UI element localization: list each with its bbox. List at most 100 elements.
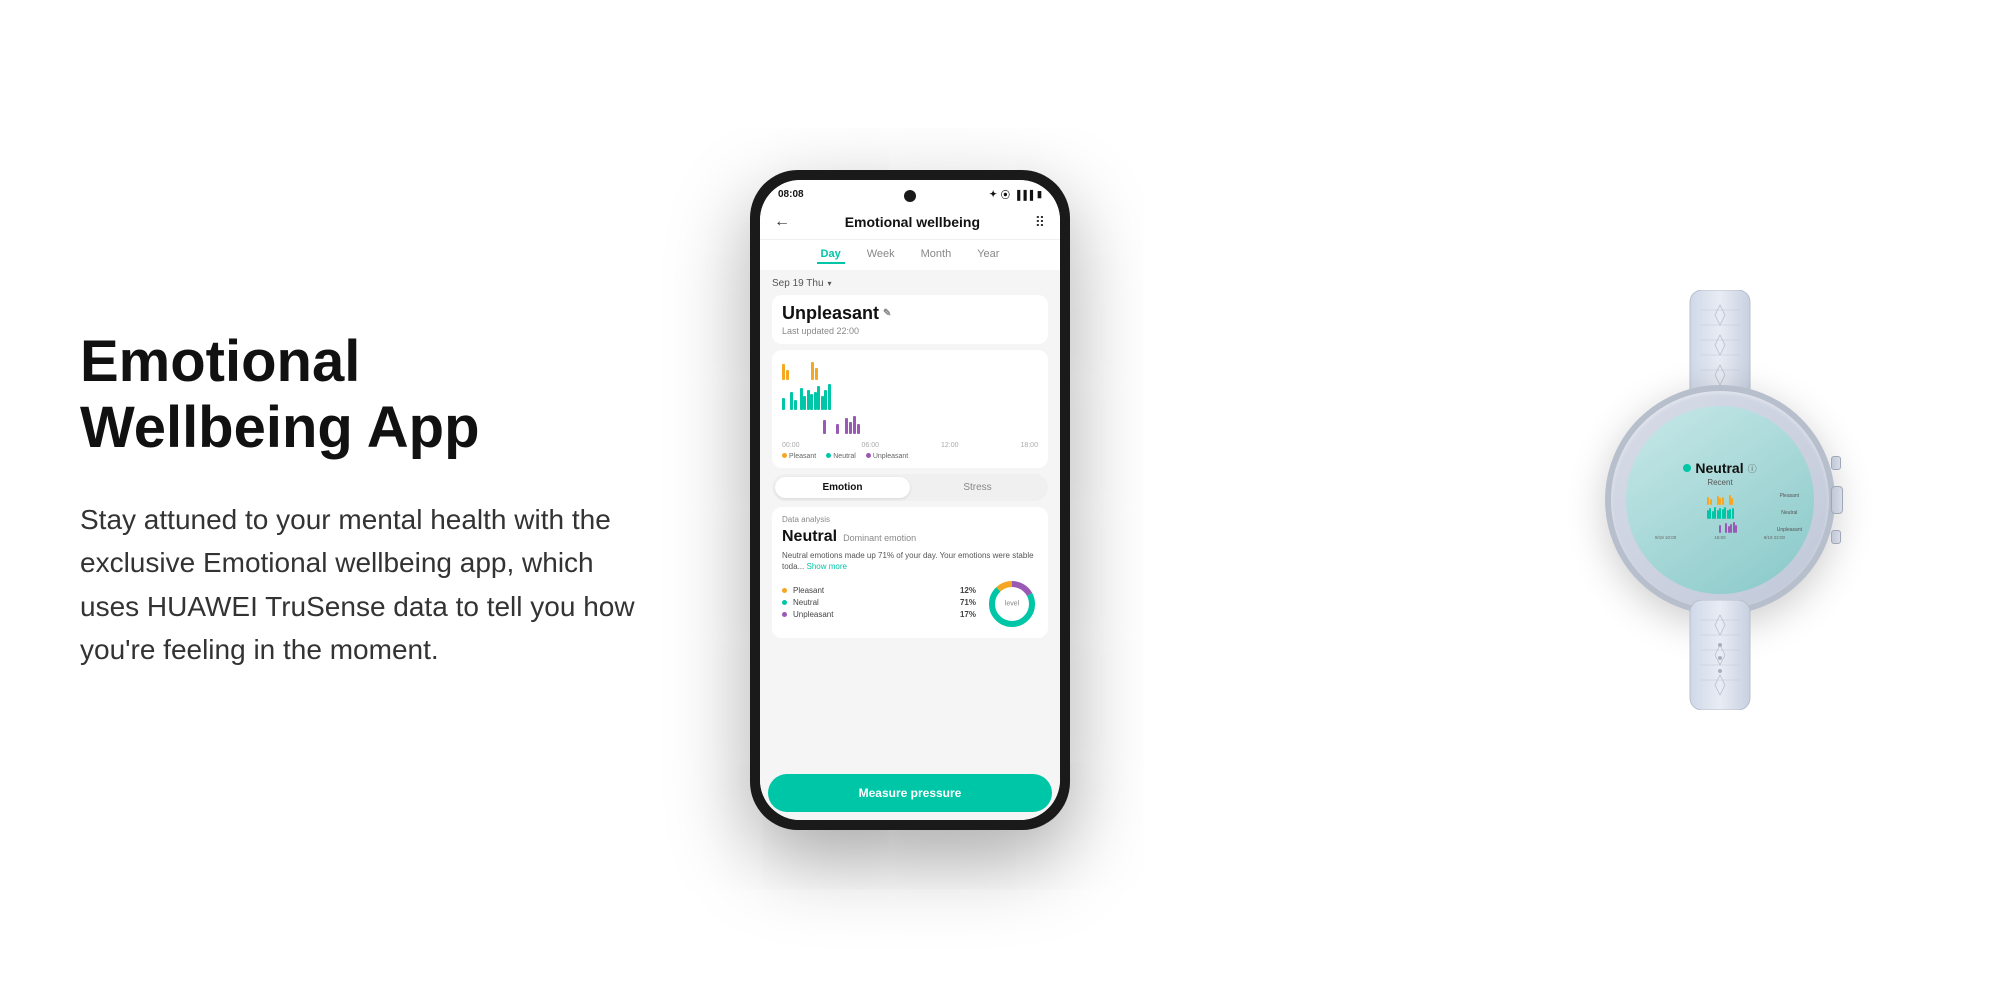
legend-dot-neutral [826, 453, 831, 458]
strap-top [1675, 290, 1765, 400]
toggle-emotion[interactable]: Emotion [775, 477, 910, 498]
bar [845, 418, 848, 434]
show-more-button[interactable]: Show more [806, 562, 846, 571]
phone-screen: 08:08 ✦ ⦿ ▐▐▐ ▮ ← Emotional wellbeing ⠿ [760, 180, 1060, 820]
watch-pleasant-row [1655, 493, 1785, 505]
watch-content: Neutral ⓘ Recent [1638, 460, 1802, 540]
date-label: Sep 19 Thu [772, 278, 824, 289]
watch-label-unpleasant: Unpleasant [1777, 527, 1802, 533]
battery-icon: ▮ [1037, 189, 1042, 200]
watch-emotion-labels: Pleasant Neutral Unpleasant [1777, 493, 1802, 533]
watch-bar [1735, 525, 1737, 533]
bar [828, 384, 831, 410]
donut-chart: level [986, 578, 1038, 630]
watch-neutral-row [1655, 507, 1785, 519]
signal-icon: ▐▐▐ [1014, 190, 1033, 200]
date-dropdown-icon[interactable]: ▾ [828, 279, 832, 288]
watch-bar [1729, 509, 1731, 519]
toggle-stress[interactable]: Stress [910, 477, 1045, 498]
analysis-description: Neutral emotions made up 71% of your day… [782, 550, 1038, 572]
watch-chart-bars [1655, 493, 1785, 533]
breakdown-dot-unpleasant [782, 612, 787, 617]
watch-bar [1724, 507, 1726, 519]
left-section: Emotional Wellbeing App Stay attuned to … [80, 329, 700, 672]
bar [790, 392, 793, 410]
watch-label-pleasant: Pleasant [1777, 493, 1802, 499]
tab-month[interactable]: Month [917, 246, 956, 264]
bar [782, 398, 785, 410]
emotion-last-updated: Last updated 22:00 [782, 326, 1038, 336]
emotion-title-row: Unpleasant ✎ [782, 303, 1038, 324]
date-row: Sep 19 Thu ▾ [772, 278, 1048, 289]
bar [857, 424, 860, 434]
bar [782, 364, 785, 380]
bluetooth-icon: ✦ [989, 189, 997, 200]
edit-icon[interactable]: ✎ [883, 308, 891, 319]
app-content: Sep 19 Thu ▾ Unpleasant ✎ Last updated 2… [760, 270, 1060, 820]
back-button[interactable]: ← [774, 213, 790, 231]
camera-notch [904, 190, 916, 202]
breakdown-neutral: Neutral 71% [782, 598, 976, 607]
watch-device: Neutral ⓘ Recent [1560, 290, 1880, 710]
watch-bar [1730, 524, 1732, 533]
content-scroll: Sep 19 Thu ▾ Unpleasant ✎ Last updated 2… [760, 270, 1060, 774]
chart-card: 00:00 06:00 12:00 18:00 Pleasant N [772, 350, 1048, 468]
watch-bar [1714, 507, 1716, 519]
legend-unpleasant: Unpleasant [866, 453, 908, 460]
neutral-bars [782, 382, 1038, 410]
tab-year[interactable]: Year [973, 246, 1003, 264]
watch-screen: Neutral ⓘ Recent [1626, 406, 1814, 594]
legend-pleasant: Pleasant [782, 453, 816, 460]
dominant-emotion-title: Neutral [782, 528, 837, 546]
watch-bar [1722, 497, 1724, 505]
watch-bar [1710, 499, 1712, 505]
tabs-row: Day Week Month Year [760, 240, 1060, 270]
watch-bar [1709, 508, 1711, 519]
breakdown-unpleasant: Unpleasant 17% [782, 610, 976, 619]
emotion-stress-toggle: Emotion Stress [772, 474, 1048, 501]
watch-bar [1725, 523, 1727, 533]
watch-bar [1719, 498, 1721, 505]
watch-emotion-row: Neutral ⓘ [1638, 460, 1802, 476]
legend-dot-pleasant [782, 453, 787, 458]
watch-bar [1719, 508, 1721, 519]
chart-time-labels: 00:00 06:00 12:00 18:00 [782, 442, 1038, 449]
app-header: ← Emotional wellbeing ⠿ [760, 205, 1060, 240]
emotion-status-card: Unpleasant ✎ Last updated 22:00 [772, 295, 1048, 344]
more-options-button[interactable]: ⠿ [1035, 214, 1046, 231]
watch-time-mid: 16:00 [1714, 535, 1725, 540]
bar [786, 370, 789, 380]
measure-pressure-button[interactable]: Measure pressure [768, 774, 1052, 812]
time-18: 18:00 [1020, 442, 1038, 449]
watch-btn-bottom [1831, 530, 1841, 544]
app-header-title: Emotional wellbeing [845, 214, 980, 230]
chart-bars-area [782, 358, 1038, 438]
watch-info-icon: ⓘ [1748, 462, 1757, 475]
status-icons: ✦ ⦿ ▐▐▐ ▮ [989, 188, 1042, 201]
watch-time-end: 9/19 22:00 [1764, 535, 1785, 540]
dominant-emotion-subtitle: Dominant emotion [843, 533, 916, 543]
watch-case: Neutral ⓘ Recent [1605, 385, 1835, 615]
bar [817, 386, 820, 410]
time-06: 06:00 [861, 442, 879, 449]
watch-btn-top [1831, 456, 1841, 470]
analysis-label: Data analysis [782, 515, 1038, 524]
bar [824, 390, 827, 410]
watch-bar [1731, 498, 1733, 505]
tab-week[interactable]: Week [863, 246, 899, 264]
watch-chart-container: Pleasant Neutral Unpleasant [1638, 493, 1802, 533]
tab-day[interactable]: Day [817, 246, 845, 264]
bar [836, 424, 839, 434]
watch-bar [1732, 508, 1734, 519]
watch-time-start: 9/19 10:00 [1655, 535, 1676, 540]
emotion-breakdown: Pleasant 12% Neutral 71% [782, 578, 1038, 630]
bar [794, 400, 797, 410]
watch-crown [1831, 486, 1843, 514]
watch-unpleasant-row [1655, 521, 1785, 533]
phone-device: 08:08 ✦ ⦿ ▐▐▐ ▮ ← Emotional wellbeing ⠿ [750, 170, 1070, 830]
watch-emotion-label: Neutral [1695, 460, 1743, 476]
watch-case-wrapper: Neutral ⓘ Recent [1605, 385, 1835, 615]
dominant-emotion-row: Neutral Dominant emotion [782, 528, 1038, 546]
watch-bar [1719, 525, 1721, 533]
donut-label: level [1005, 601, 1019, 608]
